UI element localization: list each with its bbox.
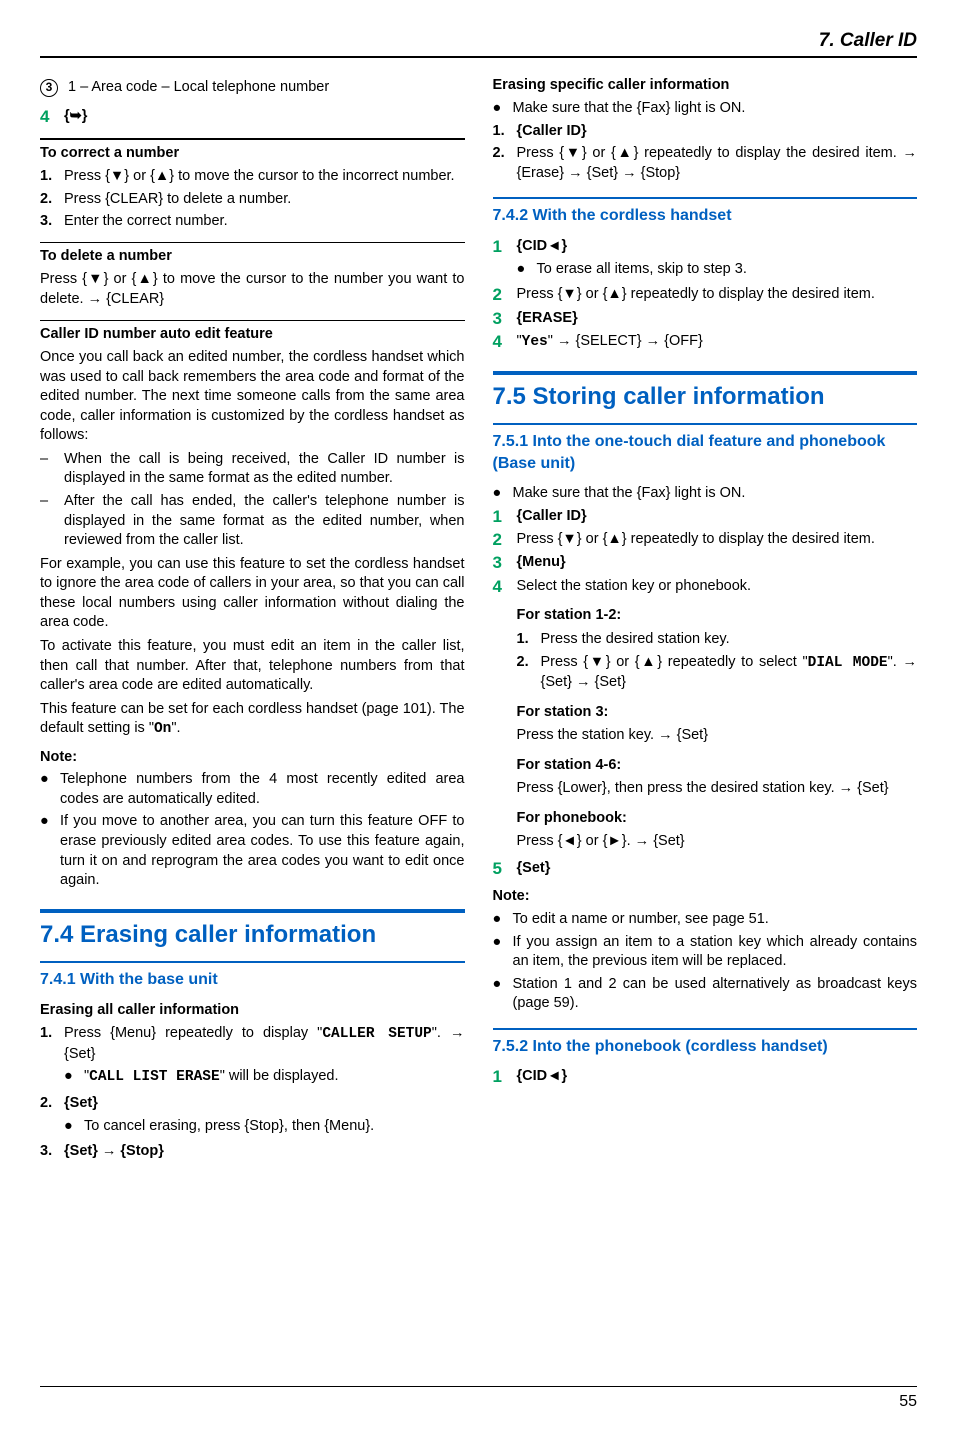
phonebook-para: Press {◄} or {►}. → {Set}: [517, 832, 918, 852]
autoedit-head: Caller ID number auto edit feature: [40, 320, 465, 345]
erase-all-step-3: 3. {Set} → {Stop}: [40, 1142, 465, 1162]
erase-all-step-1-bullet: ● "CALL LIST ERASE" will be displayed.: [64, 1067, 465, 1088]
two-column-layout: 3 1 – Area code – Local telephone number…: [40, 76, 917, 1165]
erase-all-step-2: 2. {Set} ●To cancel erasing, press {Stop…: [40, 1094, 465, 1139]
pb-cordless-step-1: 1 {CID◄}: [493, 1067, 918, 1087]
erase-specific-step-1: 1.{Caller ID}: [493, 122, 918, 142]
store-step-4: 4 Select the station key or phonebook. F…: [493, 577, 918, 856]
store-note-label: Note:: [493, 887, 918, 907]
section-header: 7. Caller ID: [40, 28, 917, 58]
option-3: 3 1 – Area code – Local telephone number: [40, 78, 465, 98]
delete-number-para: Press {▼} or {▲} to move the cursor to t…: [40, 270, 465, 309]
heading-7-4-1: 7.4.1 With the base unit: [40, 961, 465, 991]
note-bullets: ●Telephone numbers from the 4 most recen…: [40, 770, 465, 890]
circled-3: 3: [40, 79, 58, 97]
store-step-1: 1 {Caller ID}: [493, 507, 918, 527]
option-3-text: 1 – Area code – Local telephone number: [68, 78, 329, 98]
autoedit-p1: Once you call back an edited number, the…: [40, 348, 465, 446]
autoedit-dash-1: –When the call is being received, the Ca…: [40, 450, 465, 489]
autoedit-p2: For example, you can use this feature to…: [40, 555, 465, 633]
heading-7-5-1: 7.5.1 Into the one-touch dial feature an…: [493, 423, 918, 474]
cordless-step-1: 1 {CID◄} ●To erase all items, skip to st…: [493, 237, 918, 282]
left-column: 3 1 – Area code – Local telephone number…: [40, 76, 465, 1165]
big-step-4: 4 {➥}: [40, 107, 465, 127]
note-bullet-1: ●Telephone numbers from the 4 most recen…: [40, 770, 465, 809]
delete-number-head: To delete a number: [40, 242, 465, 267]
station-1-2-steps: 1.Press the desired station key. 2. Pres…: [517, 630, 918, 693]
store-step-3: 3 {Menu}: [493, 553, 918, 573]
big-step-4-num: 4: [40, 107, 64, 127]
station-4-6-head: For station 4-6:: [517, 756, 918, 776]
correct-step-3: 3.Enter the correct number.: [40, 212, 465, 232]
station-4-6-para: Press {Lower}, then press the desired st…: [517, 779, 918, 799]
cordless-step-2: 2 Press {▼} or {▲} repeatedly to display…: [493, 285, 918, 305]
page-footer: 55: [40, 1386, 917, 1413]
correct-number-head: To correct a number: [40, 138, 465, 164]
erase-specific-step-2: 2.Press {▼} or {▲} repeatedly to display…: [493, 144, 918, 183]
correct-step-2: 2.Press {CLEAR} to delete a number.: [40, 190, 465, 210]
big-step-4-key: {➥}: [64, 107, 465, 127]
erase-specific-steps: 1.{Caller ID} 2.Press {▼} or {▲} repeate…: [493, 122, 918, 184]
correct-step-1: 1.Press {▼} or {▲} to move the cursor to…: [40, 167, 465, 187]
erase-specific-prereq: ●Make sure that the {Fax} light is ON.: [493, 99, 918, 119]
heading-7-4-2: 7.4.2 With the cordless handset: [493, 197, 918, 227]
right-column: Erasing specific caller information ●Mak…: [493, 76, 918, 1165]
erase-all-step-1: 1. Press {Menu} repeatedly to display "C…: [40, 1024, 465, 1091]
page-number: 55: [899, 1393, 917, 1410]
erase-all-step-2-bullet: ●To cancel erasing, press {Stop}, then {…: [64, 1117, 374, 1137]
cordless-step-3: 3 {ERASE}: [493, 309, 918, 329]
store-note-bullets: ●To edit a name or number, see page 51. …: [493, 910, 918, 1014]
phonebook-head: For phonebook:: [517, 809, 918, 829]
erase-specific-head: Erasing specific caller information: [493, 76, 918, 96]
station-3-head: For station 3:: [517, 703, 918, 723]
station-3-para: Press the station key. → {Set}: [517, 726, 918, 746]
store-step-2: 2 Press {▼} or {▲} repeatedly to display…: [493, 530, 918, 550]
station-1-2-head: For station 1-2:: [517, 606, 918, 626]
autoedit-dashes: –When the call is being received, the Ca…: [40, 450, 465, 551]
note-bullet-2: ●If you move to another area, you can tu…: [40, 812, 465, 890]
correct-number-steps: 1.Press {▼} or {▲} to move the cursor to…: [40, 167, 465, 232]
heading-7-4: 7.4 Erasing caller information: [40, 909, 465, 951]
store-prereq: ●Make sure that the {Fax} light is ON.: [493, 484, 918, 504]
store-step-5: 5 {Set}: [493, 859, 918, 879]
heading-7-5: 7.5 Storing caller information: [493, 371, 918, 413]
autoedit-dash-2: –After the call has ended, the caller's …: [40, 492, 465, 551]
erase-all-head: Erasing all caller information: [40, 1001, 465, 1021]
page: 7. Caller ID 3 1 – Area code – Local tel…: [0, 0, 957, 1165]
heading-7-5-2: 7.5.2 Into the phonebook (cordless hands…: [493, 1028, 918, 1058]
cordless-step-4: 4 "Yes" → {SELECT} → {OFF}: [493, 332, 918, 353]
autoedit-p4: This feature can be set for each cordles…: [40, 700, 465, 740]
erase-all-steps: 1. Press {Menu} repeatedly to display "C…: [40, 1024, 465, 1161]
autoedit-p3: To activate this feature, you must edit …: [40, 637, 465, 696]
note-label: Note:: [40, 748, 465, 768]
